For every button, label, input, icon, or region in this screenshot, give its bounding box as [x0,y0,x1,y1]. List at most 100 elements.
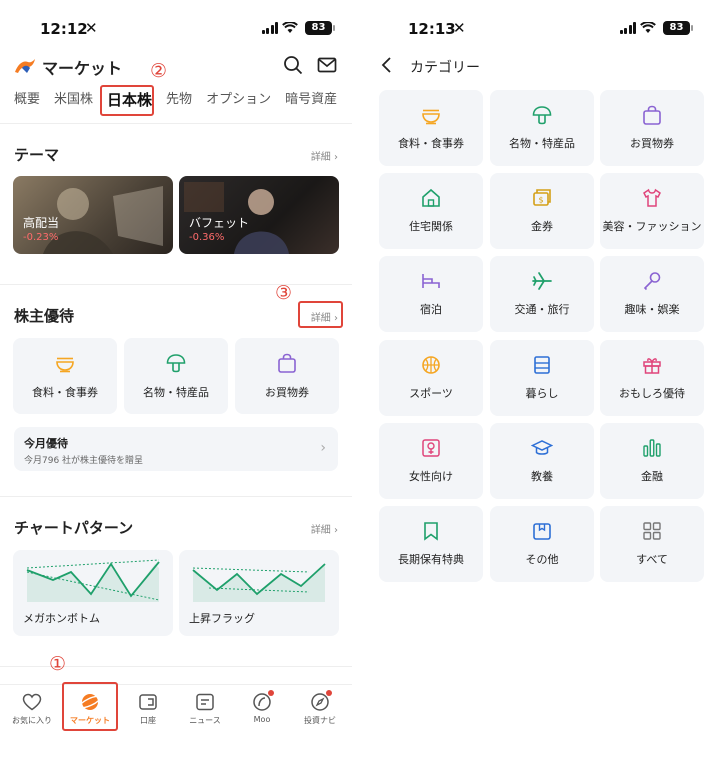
pattern-label: メガホンボトム [23,612,100,625]
divider [0,496,352,497]
divider [0,284,352,285]
tab-futures[interactable]: 先物 [166,89,192,113]
nav-news[interactable]: ニュース [177,691,233,726]
category-women[interactable]: 女性向け [379,423,483,499]
shopping-bag-icon [643,105,661,125]
tools-icon: ✕ [85,19,98,37]
nav-invest-navi[interactable]: 投資ナビ [292,690,348,726]
ramen-icon [56,357,74,373]
category-travel[interactable]: 交通・旅行 [490,256,594,332]
gift-icon [643,358,661,374]
bottom-navigation: お気に入り マーケット 口座 ニュース Moo 投資ナビ [0,684,352,736]
graduation-cap-icon [531,440,553,455]
back-arrow-icon[interactable] [380,56,394,74]
category-fun[interactable]: おもしろ優待 [600,340,704,416]
news-icon [196,693,214,711]
ramen-icon [422,109,440,125]
benefit-label: 食料・食事券 [32,386,98,399]
theme-card-name: バフェット [189,216,250,230]
theme-card-buffett[interactable]: バフェット -0.36% [179,176,339,254]
tab-options[interactable]: オプション [206,89,271,113]
benefit-label: 名物・特産品 [143,386,209,399]
category-education[interactable]: 教養 [490,423,594,499]
highlight-box-nav [62,682,118,731]
annotation-number-1: ① [49,653,67,675]
basketball-icon [422,356,440,374]
house-icon [422,188,440,207]
pattern-card-rising-flag[interactable]: 上昇フラッグ [179,550,339,636]
compass-icon [309,690,332,713]
rising-flag-pattern-chart [192,563,326,602]
nav-moo[interactable]: Moo [234,690,290,724]
category-label: 名物・特産品 [509,137,575,150]
female-icon [422,439,440,457]
cellular-signal-icon [261,22,278,34]
benefits-section-title: 株主優待 [14,307,75,325]
category-food[interactable]: 食料・食事券 [379,90,483,166]
category-long-term[interactable]: 長期保有特典 [379,506,483,582]
notification-dot [326,690,332,696]
category-screen: 12:13 ✕ 83 カテゴリー 食料・食事券 名物・特産品 お買物券 住宅関係… [360,0,710,760]
benefit-specialty[interactable]: 名物・特産品 [124,338,228,414]
monthly-benefits-row[interactable]: 今月優待 今月796 社が株主優待を贈呈 › [14,427,338,471]
cellular-signal-icon [619,22,636,34]
theme-card-change: -0.36% [189,232,225,243]
category-hobby[interactable]: 趣味・娯楽 [600,256,704,332]
category-housing[interactable]: 住宅関係 [379,173,483,249]
nav-account[interactable]: 口座 [120,691,176,726]
heart-icon [22,693,42,711]
nav-favorites[interactable]: お気に入り [4,691,60,726]
category-shopping[interactable]: お買物券 [600,90,704,166]
shopping-bag-icon [278,353,296,373]
category-sports[interactable]: スポーツ [379,340,483,416]
tab-us-stocks[interactable]: 米国株 [54,89,93,113]
app-logo-icon [15,59,35,73]
category-header: カテゴリー [360,54,710,80]
megaphone-pattern-chart [26,559,160,602]
mail-icon[interactable] [316,54,338,76]
benefit-food[interactable]: 食料・食事券 [13,338,117,414]
category-label: おもしろ優待 [619,387,685,400]
category-lodging[interactable]: 宿泊 [379,256,483,332]
theme-card-high-dividend[interactable]: 高配当 -0.23% [13,176,173,254]
bed-icon [422,274,440,288]
category-label: 趣味・娯楽 [624,303,680,316]
pattern-label: 上昇フラッグ [189,612,255,625]
category-living[interactable]: 暮らし [490,340,594,416]
category-specialty[interactable]: 名物・特産品 [490,90,594,166]
market-header: マーケット [14,54,338,80]
search-icon[interactable] [282,54,304,76]
category-label: 教養 [531,470,553,483]
category-all[interactable]: すべて [600,506,704,582]
notification-dot [268,690,274,696]
status-bar: 12:13 ✕ 83 [360,18,710,42]
airplane-icon [532,272,552,290]
category-label: 女性向け [409,470,453,483]
category-other[interactable]: その他 [490,506,594,582]
cabinet-icon [534,356,550,374]
category-voucher[interactable]: $ 金券 [490,173,594,249]
theme-detail-link[interactable]: 詳細 › [311,148,338,163]
category-label: 金融 [641,470,663,483]
category-label: 長期保有特典 [398,553,464,566]
annotation-number-2: ② [150,60,168,82]
pattern-card-megaphone[interactable]: メガホンボトム [13,550,173,636]
battery-icon: 83 [305,21,335,35]
category-label: スポーツ [409,387,453,400]
category-label: お買物券 [630,137,674,150]
category-label: その他 [525,553,559,566]
box-icon [533,523,551,540]
market-screen: 12:12 ✕ 83 マーケット 概要 米国株 日本株 先物 オプション 暗号資… [0,0,352,760]
benefit-shopping[interactable]: お買物券 [235,338,339,414]
tab-overview[interactable]: 概要 [14,89,40,113]
tshirt-icon [643,188,661,207]
status-time: 12:13 [408,20,456,38]
category-beauty-fashion[interactable]: 美容・ファッション [600,173,704,249]
tab-crypto[interactable]: 暗号資産 [285,89,337,113]
patterns-detail-link[interactable]: 詳細 › [311,521,338,536]
monthly-subtitle: 今月796 社が株主優待を贈呈 [24,456,144,466]
category-finance[interactable]: 金融 [600,423,704,499]
category-label: 金券 [531,220,553,233]
status-time: 12:12 [40,20,88,38]
divider [0,123,352,124]
